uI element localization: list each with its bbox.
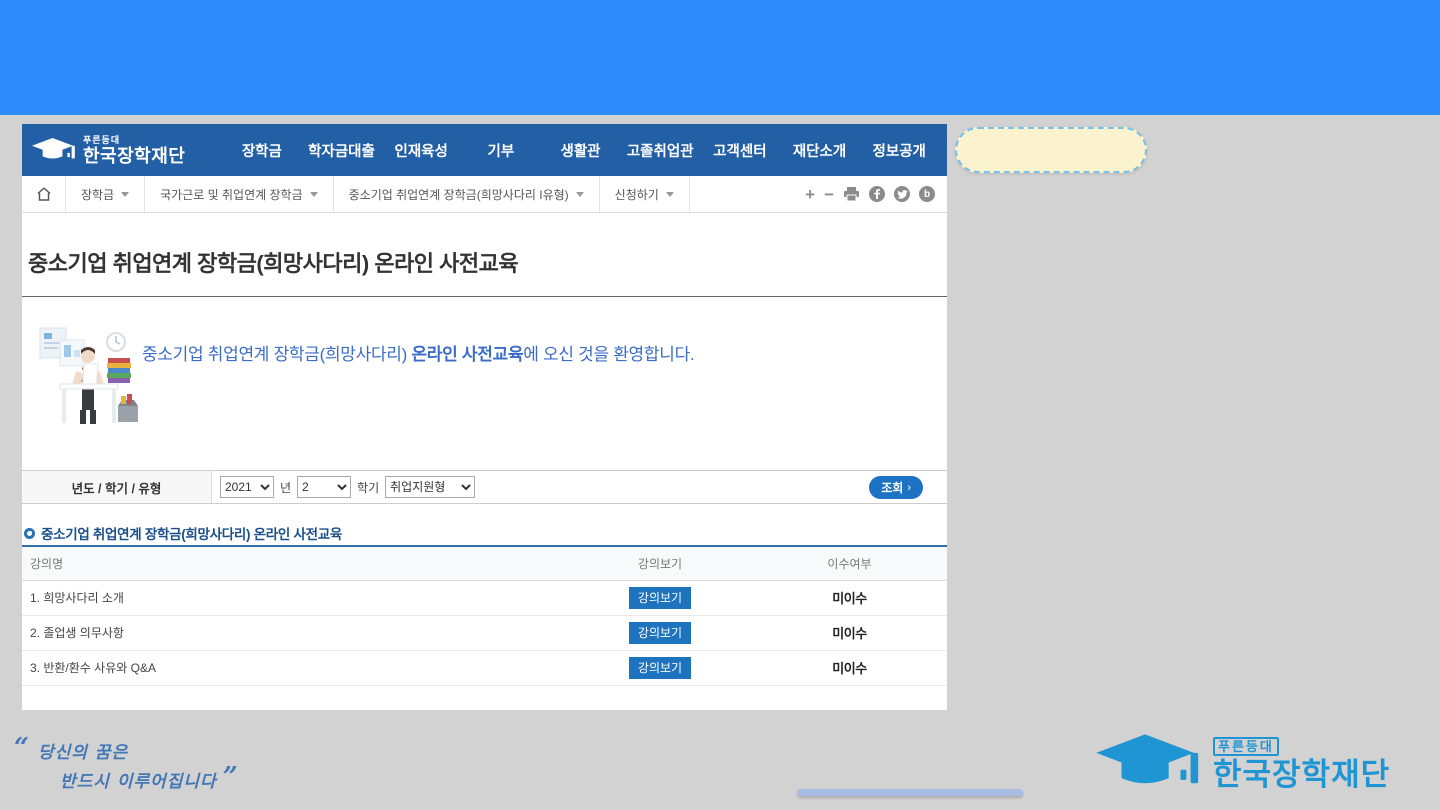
view-lecture-button[interactable]: 강의보기	[629, 587, 691, 609]
course-table: 강의명 강의보기 이수여부 1. 희망사다리 소개 강의보기 미이수 2. 졸업…	[22, 545, 947, 686]
filter-bar: 년도 / 학기 / 유형 2021 년 2 학기 취업지원형 조회 ›	[22, 470, 947, 504]
chevron-down-icon	[121, 192, 129, 197]
completion-status: 미이수	[752, 580, 947, 615]
table-row: 3. 반환/환수 사유와 Q&A 강의보기 미이수	[22, 650, 947, 685]
welcome-message: 중소기업 취업연계 장학금(희망사다리) 온라인 사전교육에 오신 것을 환영합…	[142, 340, 694, 365]
printer-icon[interactable]	[843, 186, 860, 202]
slogan-line1: 당신의 꿈은	[38, 738, 128, 763]
filter-label: 년도 / 학기 / 유형	[22, 471, 212, 503]
search-button[interactable]: 조회 ›	[869, 476, 923, 499]
nav-item-donation[interactable]: 기부	[461, 140, 541, 161]
annotation-highlight-pill	[955, 127, 1147, 173]
brand-name: 한국장학재단	[83, 147, 185, 165]
type-select[interactable]: 취업지원형	[385, 476, 475, 498]
chevron-down-icon	[576, 192, 584, 197]
section-title: 중소기업 취업연계 장학금(희망사다리) 온라인 사전교육	[41, 523, 342, 543]
brand-tagline: 푸른등대	[83, 136, 185, 145]
graduation-cap-icon	[1095, 731, 1207, 795]
col-header-completion: 이수여부	[752, 546, 947, 580]
year-suffix-label: 년	[280, 479, 291, 496]
nav-item-customer-center[interactable]: 고객센터	[700, 140, 780, 161]
breadcrumb-item-scholarship[interactable]: 장학금	[66, 176, 145, 212]
nav-item-highschool-employment[interactable]: 고졸취업관	[620, 140, 700, 161]
page-tools: + − b	[805, 176, 947, 212]
nav-item-disclosure[interactable]: 정보공개	[859, 140, 939, 161]
page-title: 중소기업 취업연계 장학금(희망사다리) 온라인 사전교육	[28, 246, 518, 278]
course-name: 2. 졸업생 의무사항	[22, 615, 568, 650]
footer-logo-tagline: 푸른등대	[1213, 737, 1279, 756]
site-navbar: 푸른등대 한국장학재단 장학금 학자금대출 인재육성 기부 생활관 고졸취업관 …	[22, 124, 947, 176]
title-divider	[22, 296, 947, 297]
zoom-in-icon[interactable]: +	[805, 186, 815, 203]
slogan-line2: 반드시 이루어집니다	[60, 767, 217, 792]
bottom-accent-bar	[797, 789, 1023, 796]
close-quote-mark: ”	[223, 767, 239, 788]
table-row: 2. 졸업생 의무사항 강의보기 미이수	[22, 615, 947, 650]
slogan-quote: “ 당신의 꿈은 반드시 이루어집니다 ”	[14, 738, 239, 792]
col-header-view-lecture: 강의보기	[568, 546, 752, 580]
year-select[interactable]: 2021	[220, 476, 274, 498]
website-screenshot: 푸른등대 한국장학재단 장학금 학자금대출 인재육성 기부 생활관 고졸취업관 …	[22, 124, 947, 710]
completion-status: 미이수	[752, 615, 947, 650]
nav-item-loans[interactable]: 학자금대출	[302, 140, 382, 161]
slide-top-banner	[0, 0, 1440, 115]
twitter-icon[interactable]	[894, 186, 910, 202]
nav-item-about[interactable]: 재단소개	[780, 140, 860, 161]
nav-item-dormitory[interactable]: 생활관	[541, 140, 621, 161]
graduation-cap-icon	[32, 133, 78, 167]
nav-item-talent[interactable]: 인재육성	[381, 140, 461, 161]
main-menu: 장학금 학자금대출 인재육성 기부 생활관 고졸취업관 고객센터 재단소개 정보…	[222, 124, 947, 176]
breadcrumb-item-apply[interactable]: 신청하기	[600, 176, 690, 212]
chevron-down-icon	[310, 192, 318, 197]
home-icon[interactable]	[22, 176, 66, 212]
breadcrumb: 장학금 국가근로 및 취업연계 장학금 중소기업 취업연계 장학금(희망사다리 …	[22, 176, 947, 213]
col-header-course-name: 강의명	[22, 546, 568, 580]
desk-worker-illustration	[30, 320, 142, 432]
breadcrumb-item-sme-scholarship[interactable]: 중소기업 취업연계 장학금(희망사다리 I유형)	[334, 176, 600, 212]
section-header: 중소기업 취업연계 장학금(희망사다리) 온라인 사전교육	[24, 523, 342, 543]
chevron-right-icon: ›	[907, 482, 911, 494]
completion-status: 미이수	[752, 650, 947, 685]
facebook-icon[interactable]	[869, 186, 885, 202]
footer-logo: 푸른등대 한국장학재단	[1095, 731, 1390, 795]
course-name: 1. 희망사다리 소개	[22, 580, 568, 615]
view-lecture-button[interactable]: 강의보기	[629, 657, 691, 679]
bullet-icon	[24, 528, 35, 539]
open-quote-mark: “	[14, 738, 30, 759]
view-lecture-button[interactable]: 강의보기	[629, 622, 691, 644]
course-name: 3. 반환/환수 사유와 Q&A	[22, 650, 568, 685]
chevron-down-icon	[666, 192, 674, 197]
footer-logo-name: 한국장학재단	[1213, 759, 1390, 790]
breadcrumb-item-work-study[interactable]: 국가근로 및 취업연계 장학금	[145, 176, 333, 212]
zoom-out-icon[interactable]: −	[824, 186, 834, 203]
table-header-row: 강의명 강의보기 이수여부	[22, 546, 947, 580]
table-row: 1. 희망사다리 소개 강의보기 미이수	[22, 580, 947, 615]
semester-select[interactable]: 2	[297, 476, 351, 498]
semester-suffix-label: 학기	[357, 479, 379, 496]
nav-item-scholarship[interactable]: 장학금	[222, 140, 302, 161]
blog-icon[interactable]: b	[919, 186, 935, 202]
site-logo[interactable]: 푸른등대 한국장학재단	[22, 133, 222, 167]
